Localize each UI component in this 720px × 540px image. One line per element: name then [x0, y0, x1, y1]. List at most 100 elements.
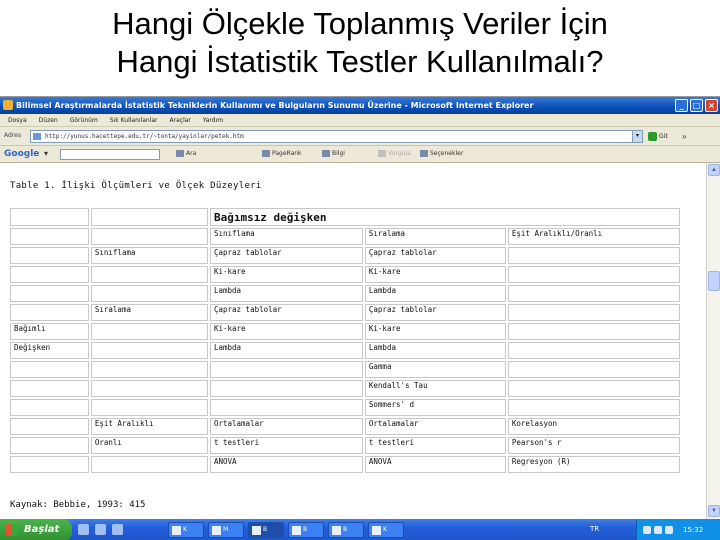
- table-cell: [209, 399, 363, 416]
- table-cell: Bağımlı: [10, 323, 89, 340]
- page-info-label: Bilgi: [332, 150, 345, 157]
- table-row: Bağımsız değişken: [10, 208, 680, 226]
- task-label: B: [343, 526, 348, 533]
- table-cell: Sommers' d: [364, 399, 506, 416]
- table-row: Oranlı t testleri t testleri Pearson's r: [10, 437, 680, 454]
- table-cell: Sıralama: [90, 304, 208, 321]
- table-cell: [507, 247, 680, 264]
- table-row: ANOVA ANOVA Regresyon (R): [10, 456, 680, 473]
- window-icon: [292, 526, 301, 535]
- window-icon: [332, 526, 341, 535]
- table-cell: [10, 208, 89, 226]
- taskbar: Başlat K M B B B K TR 15:32: [0, 519, 720, 540]
- google-search-input[interactable]: [60, 149, 160, 160]
- source-citation: Kaynak: Bebbie, 1993: 415: [10, 500, 146, 510]
- slide-title: Hangi Ölçekle Toplanmış Veriler İçin Han…: [0, 0, 720, 96]
- scroll-down-arrow-icon[interactable]: ▼: [708, 505, 720, 517]
- table-row: Kendall's Tau: [10, 380, 680, 397]
- maximize-button[interactable]: □: [690, 99, 703, 112]
- table-cell: [209, 380, 363, 397]
- table-row: Bağımlı Ki-kare Ki-kare: [10, 323, 680, 340]
- table-caption: Table 1. İlişki Ölçümleri ve Ölçek Düzey…: [10, 181, 262, 191]
- address-bar: Adres http://yunus.hacettepe.edu.tr/~ton…: [0, 127, 720, 146]
- table-cell: [10, 304, 89, 321]
- volume-icon[interactable]: [665, 526, 673, 534]
- minimize-button[interactable]: _: [675, 99, 688, 112]
- google-logo[interactable]: Google: [4, 149, 39, 159]
- table-cell: [90, 361, 208, 378]
- google-search-label: Ara: [186, 150, 197, 157]
- browser-screenshot: Bilimsel Araştırmalarda İstatistik Tekni…: [0, 96, 720, 540]
- quick-launch-icon[interactable]: [78, 524, 89, 535]
- task-label: K: [183, 526, 187, 533]
- taskbar-window-button[interactable]: B: [248, 522, 284, 538]
- taskbar-window-button[interactable]: B: [288, 522, 324, 538]
- start-label: Başlat: [24, 524, 60, 535]
- start-button[interactable]: Başlat: [0, 519, 72, 540]
- menu-tools[interactable]: Araçlar: [170, 114, 191, 126]
- table-cell: [90, 399, 208, 416]
- table-cell: [10, 399, 89, 416]
- scroll-up-arrow-icon[interactable]: ▲: [708, 164, 720, 176]
- table-cell: [507, 323, 680, 340]
- page-icon: [33, 133, 41, 140]
- table-cell: ANOVA: [364, 456, 506, 473]
- quick-launch-icon[interactable]: [112, 524, 123, 535]
- menu-favorites[interactable]: Sık Kullanılanlar: [110, 114, 158, 126]
- pagerank-button[interactable]: PageRank: [262, 150, 302, 157]
- table-cell: Çapraz tablolar: [209, 247, 363, 264]
- google-search-button[interactable]: Ara: [176, 150, 196, 157]
- table-cell: [90, 456, 208, 473]
- address-url: http://yunus.hacettepe.edu.tr/~tonta/yay…: [45, 133, 244, 140]
- quick-launch-icon[interactable]: [95, 524, 106, 535]
- go-button[interactable]: Git: [648, 130, 674, 143]
- window-icon: [172, 526, 181, 535]
- table-cell: Ki-kare: [209, 323, 363, 340]
- address-input[interactable]: http://yunus.hacettepe.edu.tr/~tonta/yay…: [30, 130, 642, 143]
- page-info-button[interactable]: Bilgi: [322, 150, 345, 157]
- menu-file[interactable]: Dosya: [8, 114, 27, 126]
- taskbar-window-button[interactable]: K: [168, 522, 204, 538]
- table-cell: [90, 266, 208, 283]
- tray-icon[interactable]: [654, 526, 662, 534]
- table-cell: Eşit Aralıklı/Oranlı: [507, 228, 680, 245]
- taskbar-window-button[interactable]: M: [208, 522, 244, 538]
- taskbar-window-button[interactable]: B: [328, 522, 364, 538]
- table-cell: [507, 380, 680, 397]
- menu-edit[interactable]: Düzen: [39, 114, 58, 126]
- taskbar-window-button[interactable]: K: [368, 522, 404, 538]
- table-cell: t testleri: [364, 437, 506, 454]
- highlight-button[interactable]: Vurgula: [378, 150, 411, 157]
- go-label: Git: [659, 133, 668, 140]
- menu-help[interactable]: Yardım: [203, 114, 223, 126]
- window-titlebar[interactable]: Bilimsel Araştırmalarda İstatistik Tekni…: [0, 97, 720, 114]
- table-row: Sınıflama Sıralama Eşit Aralıklı/Oranlı: [10, 228, 680, 245]
- table-cell: Pearson's r: [507, 437, 680, 454]
- address-dropdown-button[interactable]: ▾: [632, 130, 643, 143]
- table-row: Gamma: [10, 361, 680, 378]
- close-button[interactable]: ×: [705, 99, 718, 112]
- search-icon: [176, 150, 184, 157]
- menu-view[interactable]: Görünüm: [70, 114, 98, 126]
- table-cell: [90, 228, 208, 245]
- links-chevron[interactable]: »: [682, 132, 686, 141]
- table-cell: [507, 361, 680, 378]
- vertical-scrollbar[interactable]: ▲ ▼: [706, 163, 720, 519]
- windows-flag-icon: [6, 524, 18, 536]
- google-dropdown-icon[interactable]: ▾: [44, 149, 48, 158]
- table-cell: Kendall's Tau: [364, 380, 506, 397]
- table-cell: Lambda: [209, 285, 363, 302]
- tray-icon[interactable]: [643, 526, 651, 534]
- scroll-thumb[interactable]: [708, 271, 720, 291]
- table-cell: Çapraz tablolar: [209, 304, 363, 321]
- task-label: M: [223, 526, 229, 533]
- table-cell: [10, 418, 89, 435]
- options-button[interactable]: Seçenekler: [420, 150, 463, 157]
- window-icon: [372, 526, 381, 535]
- pagerank-icon: [262, 150, 270, 157]
- table-row: Sommers' d: [10, 399, 680, 416]
- language-indicator[interactable]: TR: [590, 525, 599, 533]
- table-cell: [10, 266, 89, 283]
- table-cell: Gamma: [364, 361, 506, 378]
- page-content: Table 1. İlişki Ölçümleri ve Ölçek Düzey…: [0, 163, 706, 519]
